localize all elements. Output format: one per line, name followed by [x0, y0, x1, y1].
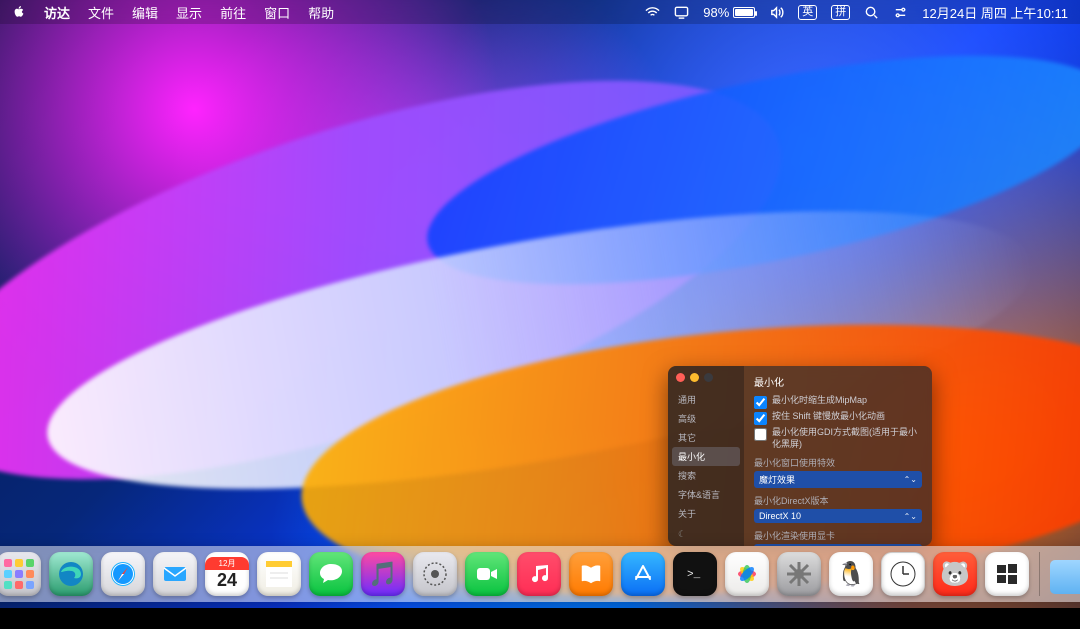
input-method-pinyin[interactable]: 拼	[831, 5, 850, 20]
chevron-updown-icon: ⌃⌄	[904, 475, 917, 484]
sidebar-item-other[interactable]: 其它	[668, 428, 744, 447]
battery-icon	[733, 7, 755, 18]
dock-app-wolai[interactable]	[413, 552, 457, 596]
option-mipmap-label: 最小化时缩生成MipMap	[772, 395, 867, 407]
dock-app-launchpad[interactable]	[0, 552, 41, 596]
dock-app-books[interactable]	[569, 552, 613, 596]
settings-sidebar: 通用 高级 其它 最小化 搜索 字体&语言 关于 ☾	[668, 366, 744, 546]
menu-view[interactable]: 显示	[176, 3, 202, 22]
dock-app-windows[interactable]	[985, 552, 1029, 596]
screen-mirroring-icon[interactable]	[674, 5, 689, 20]
apple-menu-icon[interactable]	[12, 5, 26, 19]
settings-panel: 最小化 最小化时缩生成MipMap 按住 Shift 键慢放最小化动画 最小化使…	[744, 366, 932, 546]
menu-window[interactable]: 窗口	[264, 3, 290, 22]
bear-icon: 🐻	[940, 560, 970, 589]
settings-window: 通用 高级 其它 最小化 搜索 字体&语言 关于 ☾ 最小化 最小化时缩生成Mi…	[668, 366, 932, 546]
theme-toggle[interactable]: ☾	[668, 523, 744, 546]
checkbox-shift-slow[interactable]	[754, 412, 767, 425]
window-controls	[676, 373, 713, 382]
chevron-updown-icon: ⌃⌄	[904, 512, 917, 521]
checkbox-gdi[interactable]	[754, 428, 767, 441]
dock-app-calendar[interactable]: 12月 24	[205, 552, 249, 596]
input-method-en[interactable]: 英	[798, 5, 817, 20]
dock-app-bear[interactable]: 🐻	[933, 552, 977, 596]
sidebar-item-about[interactable]: 关于	[668, 504, 744, 523]
svg-text:>_: >_	[687, 569, 701, 581]
wifi-icon[interactable]	[645, 5, 660, 20]
label-effect: 最小化窗口使用特效	[754, 456, 922, 469]
select-effect[interactable]: 魔灯效果 ⌃⌄	[754, 471, 922, 488]
dock-app-facetime[interactable]	[465, 552, 509, 596]
dock-app-clock[interactable]	[881, 552, 925, 596]
battery-status[interactable]: 98%	[703, 5, 755, 20]
option-shift-slow[interactable]: 按住 Shift 键慢放最小化动画	[754, 411, 922, 425]
window-minimize-button[interactable]	[690, 373, 699, 382]
dock-app-music-alt[interactable]: 🎵	[361, 552, 405, 596]
dock-app-notes[interactable]	[257, 552, 301, 596]
menu-go[interactable]: 前往	[220, 3, 246, 22]
dock-app-mail[interactable]	[153, 552, 197, 596]
music-note-icon: 🎵	[368, 560, 398, 589]
control-center-icon[interactable]	[893, 5, 908, 20]
select-effect-value: 魔灯效果	[759, 473, 795, 486]
menu-edit[interactable]: 编辑	[132, 3, 158, 22]
select-directx-value: DirectX 10	[759, 511, 801, 521]
calendar-month: 12月	[205, 557, 249, 570]
label-directx: 最小化DirectX版本	[754, 494, 922, 507]
sidebar-item-advanced[interactable]: 高级	[668, 409, 744, 428]
volume-icon[interactable]	[769, 5, 784, 20]
menu-file[interactable]: 文件	[88, 3, 114, 22]
dock-app-system-settings[interactable]	[777, 552, 821, 596]
select-directx[interactable]: DirectX 10 ⌃⌄	[754, 509, 922, 523]
sidebar-item-minimize[interactable]: 最小化	[672, 447, 740, 466]
dock-app-terminal[interactable]: >_	[673, 552, 717, 596]
calendar-day: 24	[216, 570, 236, 591]
checkbox-mipmap[interactable]	[754, 396, 767, 409]
window-zoom-button[interactable]	[704, 373, 713, 382]
spotlight-icon[interactable]	[864, 5, 879, 20]
window-close-button[interactable]	[676, 373, 685, 382]
dock-app-apple-music[interactable]	[517, 552, 561, 596]
dock-app-qq[interactable]: 🐧	[829, 552, 873, 596]
sidebar-item-search[interactable]: 搜索	[668, 466, 744, 485]
option-gdi[interactable]: 最小化使用GDI方式截图(适用于最小化黑屏)	[754, 427, 922, 450]
menu-help[interactable]: 帮助	[308, 3, 334, 22]
option-gdi-label: 最小化使用GDI方式截图(适用于最小化黑屏)	[772, 427, 922, 450]
datetime[interactable]: 12月24日 周四 上午10:11	[922, 3, 1068, 22]
penguin-icon: 🐧	[836, 560, 866, 589]
dock-downloads-folder[interactable]	[1050, 560, 1080, 594]
option-shift-slow-label: 按住 Shift 键慢放最小化动画	[772, 411, 885, 423]
dock-app-photos[interactable]	[725, 552, 769, 596]
panel-title: 最小化	[754, 374, 922, 389]
dock-app-safari[interactable]	[101, 552, 145, 596]
app-menu[interactable]: 访达	[44, 3, 70, 22]
label-gpu: 最小化渲染使用显卡	[754, 529, 922, 542]
dock-app-edge[interactable]	[49, 552, 93, 596]
dock-app-messages[interactable]	[309, 552, 353, 596]
battery-percent-text: 98%	[703, 5, 729, 20]
dock-app-app-store[interactable]	[621, 552, 665, 596]
sidebar-item-font-lang[interactable]: 字体&语言	[668, 485, 744, 504]
dock-separator	[1039, 552, 1040, 596]
sidebar-item-general[interactable]: 通用	[668, 390, 744, 409]
menu-bar: 访达 文件 编辑 显示 前往 窗口 帮助 98% 英 拼 12月24日 周四 上…	[0, 0, 1080, 24]
dock: 12月 24 🎵 >_	[0, 546, 1080, 602]
option-mipmap[interactable]: 最小化时缩生成MipMap	[754, 395, 922, 409]
